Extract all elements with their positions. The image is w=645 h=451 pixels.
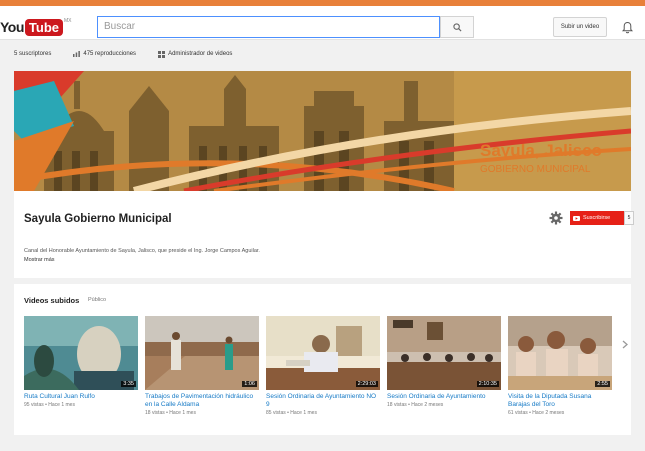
subscriber-count[interactable]: 5 suscriptores (14, 51, 51, 57)
video-meta: 18 vistas • Hace 2 meses (387, 402, 444, 408)
banner-subtitle: GOBIERNO MUNICIPAL (480, 164, 591, 175)
video-title[interactable]: Sesión Ordinaria de Ayuntamiento (387, 393, 501, 401)
search-input[interactable]: Buscar (97, 16, 440, 38)
channel-stats-bar: 5 suscriptores 475 reproducciones Admini… (14, 46, 232, 62)
video-title[interactable]: Ruta Cultural Juan Rulfo (24, 393, 138, 401)
chevron-right-icon (622, 340, 628, 349)
video-thumbnail[interactable]: 1:06 (145, 316, 259, 390)
section-visibility: Público (88, 297, 107, 303)
thumbnail-image (145, 316, 259, 390)
search-button[interactable] (440, 16, 474, 38)
channel-header-card: Sayula Gobierno Municipal Suscribirse 5 … (14, 191, 634, 278)
video-duration: 3:35 (121, 381, 136, 387)
video-meta: 61 vistas • Hace 2 meses (508, 410, 565, 416)
video-thumbnail[interactable]: 2:29:03 (266, 316, 380, 390)
video-thumbnail[interactable]: 2:10:35 (387, 316, 501, 390)
subscribe-button[interactable]: Suscribirse (570, 211, 624, 225)
bell-icon (621, 21, 633, 33)
channel-banner: Sayula, Jalisco GOBIERNO MUNICIPAL (14, 71, 631, 191)
video-meta: 85 vistas • Hace 1 mes (266, 410, 317, 416)
video-thumbnail[interactable]: 3:35 (24, 316, 138, 390)
views-count: 475 reproducciones (83, 51, 137, 57)
bar-chart-icon (73, 51, 81, 57)
logo-country-code: MX (64, 18, 72, 24)
section-title[interactable]: Videos subidos (24, 296, 79, 305)
video-duration: 2:29:03 (355, 381, 378, 387)
show-more-link[interactable]: Mostrar más (24, 257, 55, 263)
video-duration: 2:10:35 (476, 381, 499, 387)
gear-icon (549, 211, 563, 225)
video-item[interactable]: 2:29:03 Sesión Ordinaria de Ayuntamiento… (266, 316, 380, 416)
video-duration: 1:06 (242, 381, 257, 387)
video-manager-label: Administrador de videos (168, 51, 233, 57)
video-item[interactable]: 3:35 Ruta Cultural Juan Rulfo 95 vistas … (24, 316, 138, 408)
video-title[interactable]: Visita de la Diputada Susana Barajas del… (508, 393, 612, 409)
video-duration: 2:55 (595, 381, 610, 387)
video-meta: 18 vistas • Hace 1 mes (145, 410, 196, 416)
video-item[interactable]: 2:55 Visita de la Diputada Susana Baraja… (508, 316, 612, 416)
video-item[interactable]: 1:06 Trabajos de Pavimentación hidráulic… (145, 316, 259, 416)
video-item[interactable]: 2:10:35 Sesión Ordinaria de Ayuntamiento… (387, 316, 501, 408)
video-title[interactable]: Trabajos de Pavimentación hidráulico en … (145, 393, 259, 409)
thumbnail-image (24, 316, 138, 390)
subscribe-count: 5 (624, 211, 634, 225)
play-icon (573, 215, 580, 221)
video-manager-icon (158, 50, 166, 58)
search-icon (452, 22, 462, 32)
video-thumbnail[interactable]: 2:55 (508, 316, 612, 390)
channel-settings-button[interactable] (549, 211, 563, 225)
thumbnail-image (387, 316, 501, 390)
video-manager-link[interactable]: Administrador de videos (158, 50, 233, 58)
channel-name[interactable]: Sayula Gobierno Municipal (24, 213, 172, 225)
uploaded-videos-section: Videos subidos Público 3:35 Ruta Cultura… (14, 284, 631, 435)
carousel-next-button[interactable] (622, 340, 628, 351)
views-stat[interactable]: 475 reproducciones (73, 51, 136, 57)
upload-button[interactable]: Subir un video (553, 17, 607, 37)
banner-title: Sayula, Jalisco (480, 141, 602, 160)
channel-description: Canal del Honorable Ayuntamiento de Sayu… (24, 248, 260, 254)
thumbnail-image (266, 316, 380, 390)
youtube-logo[interactable]: You Tube MX (0, 16, 72, 38)
video-title[interactable]: Sesión Ordinaria de Ayuntamiento NO 9 (266, 393, 380, 409)
thumbnail-image (508, 316, 612, 390)
logo-you-text: You (0, 19, 24, 35)
logo-tube-text: Tube (24, 18, 63, 36)
notifications-button[interactable] (620, 19, 634, 35)
video-meta: 95 vistas • Hace 1 mes (24, 402, 75, 408)
subscribe-label: Suscribirse (583, 215, 611, 221)
